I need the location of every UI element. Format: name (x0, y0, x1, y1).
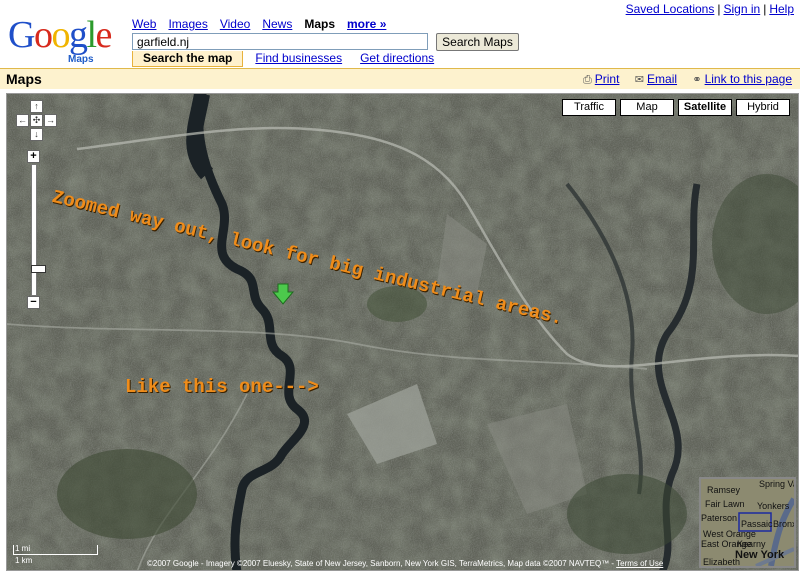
nav-video[interactable]: Video (220, 17, 250, 31)
tab-search-the-map[interactable]: Search the map (132, 51, 244, 67)
overview-label: Fair Lawn (705, 499, 745, 509)
tab-find-businesses[interactable]: Find businesses (249, 51, 348, 66)
zoom-slider[interactable] (31, 164, 46, 296)
help-link[interactable]: Help (769, 2, 794, 16)
search-mode-tabs: Search the map Find businesses Get directi… (132, 51, 440, 67)
email-action[interactable]: ✉ Email (635, 72, 677, 86)
email-link[interactable]: Email (647, 72, 677, 86)
pan-right-icon[interactable]: → (44, 114, 57, 127)
print-action[interactable]: ⎙ Print (583, 72, 620, 86)
overview-label: New York (735, 549, 785, 561)
saved-locations-link[interactable]: Saved Locations (626, 2, 715, 16)
annotation-like-this-one: Like this one---> (125, 376, 319, 398)
tab-get-directions[interactable]: Get directions (354, 51, 440, 66)
overview-label: Bronx (773, 519, 796, 529)
separator: | (763, 2, 767, 16)
scale-miles-label: 1 mi (15, 544, 31, 553)
title-bar: Maps ⎙ Print ✉ Email ⚭ Link to this page (0, 68, 800, 89)
scale-line (13, 554, 97, 555)
link-to-page-link[interactable]: Link to this page (705, 72, 792, 86)
hybrid-button[interactable]: Hybrid (736, 99, 790, 116)
pan-down-icon[interactable]: ↓ (30, 128, 43, 141)
overview-map[interactable]: Spring Valley Ramsey Fair Lawn Yonkers P… (699, 477, 796, 568)
page-title: Maps (6, 71, 42, 87)
zoom-slider-thumb[interactable] (31, 265, 46, 273)
overview-label: Yonkers (757, 501, 790, 511)
nav-maps: Maps (304, 17, 336, 31)
nav-web[interactable]: Web (132, 17, 156, 31)
logo-subtitle: Maps (68, 54, 94, 65)
overview-label: Passaic (741, 519, 773, 529)
satellite-button[interactable]: Satellite (678, 99, 732, 116)
nav-images[interactable]: Images (168, 17, 207, 31)
google-maps-logo[interactable]: Google Maps (8, 14, 120, 65)
logo-wordmark: Google (8, 14, 112, 56)
printer-icon: ⎙ (582, 74, 592, 86)
nav-more[interactable]: more » (347, 17, 386, 31)
overview-label: West Orange (703, 529, 756, 539)
overview-label: Paterson (701, 513, 738, 523)
scale-tick (97, 545, 98, 555)
link-action[interactable]: ⚭ Link to this page (692, 72, 792, 86)
pan-left-icon[interactable]: ← (16, 114, 29, 127)
nav-news[interactable]: News (262, 17, 292, 31)
separator: | (717, 2, 721, 16)
pan-up-icon[interactable]: ↑ (30, 100, 43, 113)
terms-of-use-link[interactable]: Terms of Use (616, 559, 663, 568)
zoom-control: + − (27, 150, 46, 310)
scale-bar: 1 mi 1 km (13, 544, 99, 565)
print-link[interactable]: Print (595, 72, 620, 86)
chain-link-icon: ⚭ (692, 74, 702, 86)
zoom-out-icon[interactable]: − (27, 296, 40, 309)
map-button[interactable]: Map (620, 99, 674, 116)
overview-label: Kearny (737, 539, 766, 549)
page-actions: ⎙ Print ✉ Email ⚭ Link to this page (571, 72, 792, 87)
sign-in-link[interactable]: Sign in (723, 2, 760, 16)
search-input[interactable] (132, 33, 428, 50)
zoom-in-icon[interactable]: + (27, 150, 40, 163)
pan-control: ↑ ← ✣ → ↓ (14, 100, 58, 144)
top-links: Saved Locations | Sign in | Help (626, 2, 794, 16)
overview-label: Elizabeth (703, 557, 741, 567)
satellite-map[interactable]: Traffic Map Satellite Hybrid ↑ ← ✣ → ↓ +… (6, 93, 799, 571)
map-copyright: ©2007 Google - Imagery ©2007 Eluesky, St… (147, 559, 663, 568)
overview-label: Ramsey (707, 485, 741, 495)
envelope-icon: ✉ (634, 74, 645, 86)
overview-label: Spring Valley (759, 479, 794, 489)
product-nav: Web Images Video News Maps more » (132, 17, 398, 31)
scale-tick (13, 545, 14, 555)
traffic-button[interactable]: Traffic (562, 99, 616, 116)
map-type-buttons: Traffic Map Satellite Hybrid (562, 99, 790, 116)
satellite-imagery (7, 94, 798, 570)
search-maps-button[interactable]: Search Maps (436, 33, 519, 51)
copyright-text: ©2007 Google - Imagery ©2007 Eluesky, St… (147, 559, 617, 568)
pan-center-icon[interactable]: ✣ (30, 114, 43, 127)
scale-km-label: 1 km (15, 556, 33, 565)
